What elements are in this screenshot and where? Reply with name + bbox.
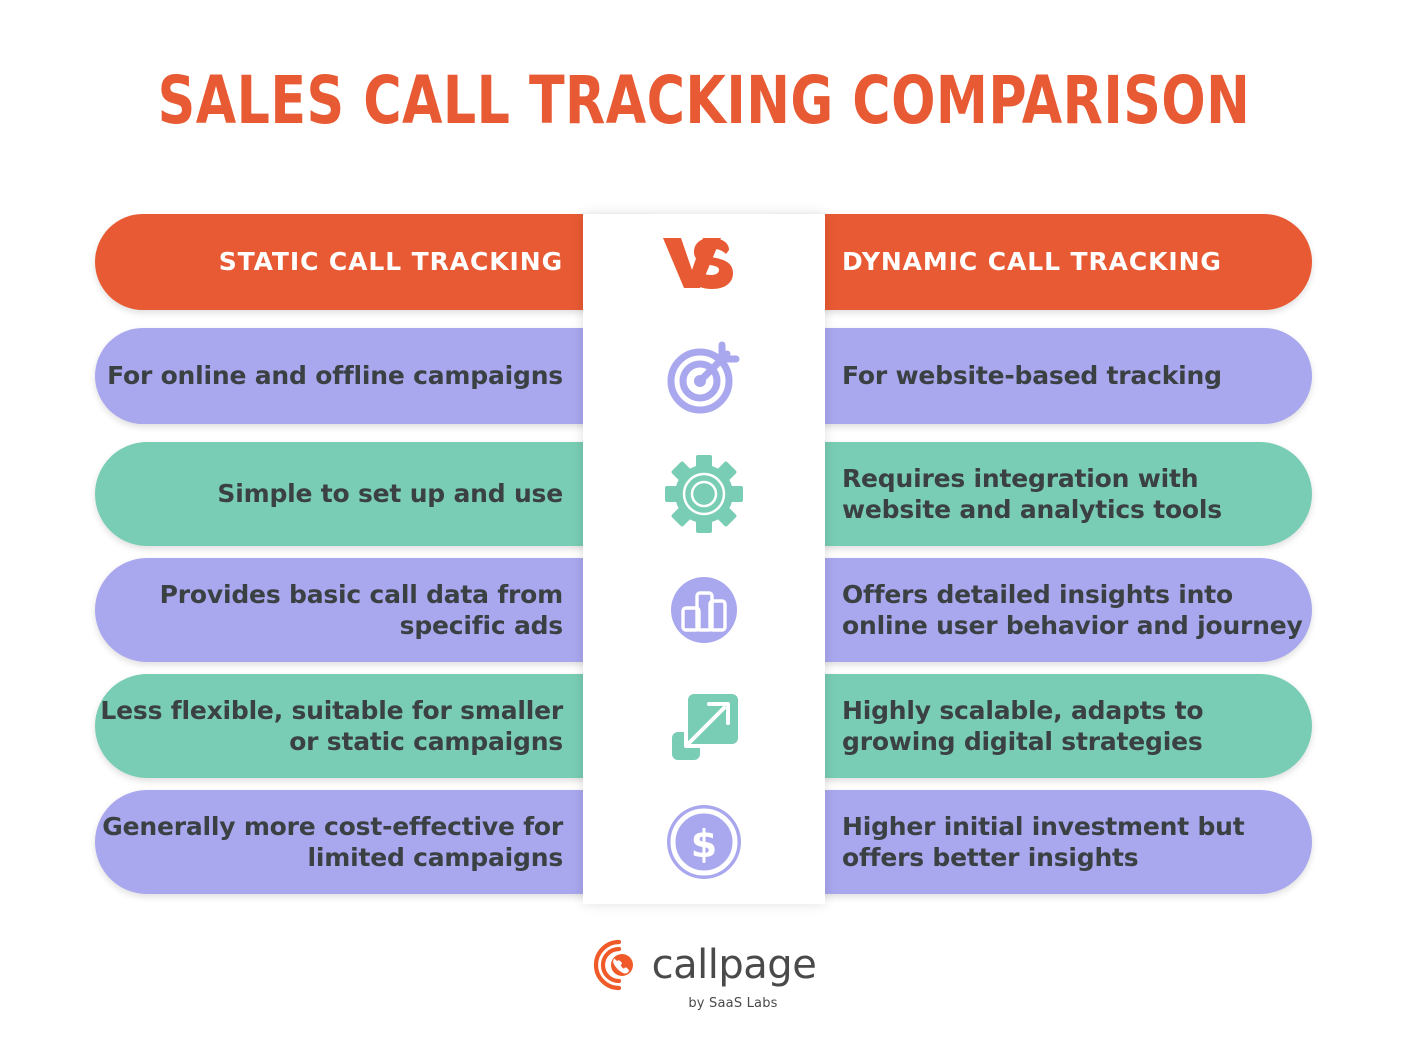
left-feature-bar: Less flexible, suitable for smaller or s… <box>95 674 655 778</box>
left-feature-label: Generally more cost-effective for limite… <box>102 811 563 873</box>
left-feature-bar: Simple to set up and use <box>95 442 655 546</box>
svg-text:$: $ <box>691 822 717 866</box>
vs-icon-glyph <box>663 238 733 289</box>
left-feature-label: Simple to set up and use <box>217 479 563 509</box>
scale-arrow-icon <box>583 674 825 778</box>
right-feature-bar: Offers detailed insights into online use… <box>770 558 1312 662</box>
dollar-coin-icon-glyph: $ <box>667 805 741 879</box>
scale-arrow-icon-glyph <box>672 694 738 760</box>
bar-chart-icon-glyph <box>671 577 737 643</box>
left-header-label: STATIC CALL TRACKING <box>218 247 563 277</box>
target-icon-glyph <box>667 341 740 414</box>
target-icon <box>583 328 825 424</box>
right-feature-label: Requires integration with website and an… <box>842 463 1222 525</box>
gear-icon-glyph <box>665 455 743 533</box>
footer-logo: callpage by SaaS Labs <box>0 938 1408 1011</box>
left-feature-bar: Generally more cost-effective for limite… <box>95 790 655 894</box>
right-feature-label: For website-based tracking <box>842 361 1222 391</box>
logo-wordmark: callpage <box>651 942 817 988</box>
left-feature-label: For online and offline campaigns <box>107 361 563 391</box>
right-feature-label: Higher initial investment but offers bet… <box>842 811 1245 873</box>
page-title: SALES CALL TRACKING COMPARISON <box>157 62 1251 139</box>
logo-row: callpage <box>592 938 817 992</box>
right-feature-label: Offers detailed insights into online use… <box>842 579 1303 641</box>
right-header-label: DYNAMIC CALL TRACKING <box>842 247 1222 277</box>
bar-chart-icon <box>583 558 825 662</box>
right-feature-bar: Higher initial investment but offers bet… <box>770 790 1312 894</box>
gear-icon <box>583 442 825 546</box>
dollar-coin-icon: $ <box>583 790 825 894</box>
callpage-logo-icon <box>593 939 633 991</box>
vs-icon <box>583 214 825 310</box>
left-feature-label: Less flexible, suitable for smaller or s… <box>100 695 563 757</box>
left-feature-bar: For online and offline campaigns <box>95 328 655 424</box>
right-feature-bar: Requires integration with website and an… <box>770 442 1312 546</box>
right-feature-bar: For website-based tracking <box>770 328 1312 424</box>
left-feature-label: Provides basic call data from specific a… <box>159 579 564 641</box>
right-feature-label: Highly scalable, adapts to growing digit… <box>842 695 1204 757</box>
left-feature-bar: Provides basic call data from specific a… <box>95 558 655 662</box>
logo-tagline: by SaaS Labs <box>688 996 778 1011</box>
left-header-bar: STATIC CALL TRACKING <box>95 214 655 310</box>
center-icon-column: $ <box>583 214 825 904</box>
right-feature-bar: Highly scalable, adapts to growing digit… <box>770 674 1312 778</box>
comparison-board: STATIC CALL TRACKING DYNAMIC CALL TRACKI… <box>0 214 1408 904</box>
right-header-bar: DYNAMIC CALL TRACKING <box>770 214 1312 310</box>
